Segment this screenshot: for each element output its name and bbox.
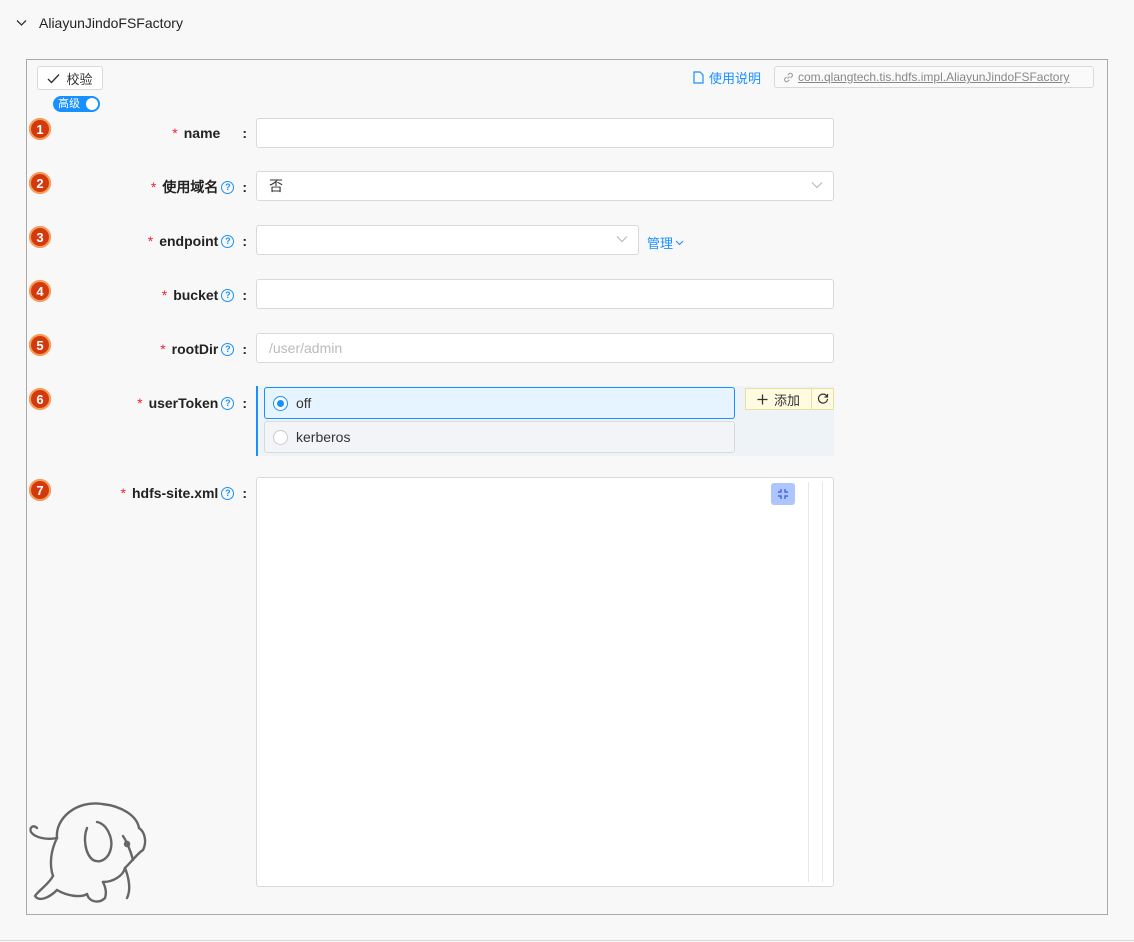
bucket-input[interactable] [256, 279, 834, 309]
endpoint-label: * endpoint?: [147, 233, 247, 249]
radio-selected-icon [273, 395, 288, 411]
refresh-icon [817, 393, 828, 404]
doc-link[interactable]: 使用说明 [693, 67, 761, 87]
help-icon[interactable]: ? [221, 396, 235, 410]
rootdir-input[interactable]: /user/admin [256, 333, 834, 363]
editor-gutter [808, 482, 809, 882]
help-icon[interactable]: ? [221, 342, 235, 356]
name-label: * name: [172, 125, 247, 141]
use-domain-value: 否 [269, 178, 283, 194]
add-usertoken-button[interactable]: 添加 [745, 388, 811, 410]
hadoop-elephant-icon [29, 802, 147, 903]
endpoint-select[interactable] [256, 225, 639, 255]
field-index-badge: 2 [29, 172, 51, 194]
field-index-badge: 3 [29, 226, 51, 248]
field-index-badge: 6 [29, 388, 51, 410]
panel-title: AliayunJindoFSFactory [39, 15, 183, 31]
fullscreen-icon [778, 489, 788, 499]
chevron-down-icon [616, 236, 628, 243]
bucket-label: * bucket?: [161, 287, 247, 303]
divider [0, 940, 1134, 941]
refresh-button[interactable] [811, 388, 834, 410]
field-index-badge: 7 [29, 479, 51, 501]
use-domain-label: * 使用域名?: [150, 179, 247, 195]
chevron-down-icon [811, 182, 823, 189]
link-icon [784, 72, 793, 82]
usertoken-label: * userToken?: [137, 395, 247, 411]
class-name-link[interactable]: com.qlangtech.tis.hdfs.impl.AliayunJindo… [774, 66, 1094, 88]
add-label: 添加 [773, 392, 800, 408]
check-icon [47, 73, 60, 84]
help-icon[interactable]: ? [221, 288, 235, 302]
field-index-badge: 4 [29, 280, 51, 302]
rootdir-label: * rootDir?: [160, 341, 247, 357]
field-index-badge: 5 [29, 334, 51, 356]
chevron-down-icon[interactable] [16, 19, 27, 27]
help-icon[interactable]: ? [221, 486, 235, 500]
document-icon [693, 70, 704, 84]
advanced-toggle[interactable]: 高级 [53, 96, 100, 112]
hdfs-site-label: * hdfs-site.xml?: [120, 485, 247, 501]
toggle-knob [86, 98, 98, 110]
verify-button[interactable]: 校验 [37, 66, 103, 90]
usertoken-option-kerberos[interactable]: kerberos [264, 421, 735, 453]
usertoken-option-off[interactable]: off [264, 387, 735, 419]
radio-icon [273, 429, 288, 445]
option-label: kerberos [296, 429, 351, 445]
help-icon[interactable]: ? [221, 180, 235, 194]
chevron-down-icon [675, 240, 684, 245]
class-name: com.qlangtech.tis.hdfs.impl.AliayunJindo… [798, 70, 1070, 84]
hdfs-site-editor[interactable] [256, 477, 834, 887]
option-label: off [296, 395, 312, 411]
name-input[interactable] [256, 118, 834, 148]
manage-label: 管理 [647, 236, 674, 251]
use-domain-select[interactable]: 否 [256, 171, 834, 201]
panel-header[interactable]: AliayunJindoFSFactory [16, 12, 183, 34]
fullscreen-button[interactable] [771, 483, 795, 505]
endpoint-manage-link[interactable]: 管理 [647, 233, 684, 252]
plugin-form: 校验 高级 使用说明 com.qlangtech.tis.hdfs.impl.A… [26, 59, 1108, 915]
advanced-label: 高级 [58, 98, 80, 110]
verify-label: 校验 [66, 71, 93, 87]
field-index-badge: 1 [29, 118, 51, 140]
help-icon[interactable]: ? [221, 234, 235, 248]
editor-scrollbar[interactable] [822, 482, 823, 882]
plus-icon [757, 394, 768, 404]
doc-label: 使用说明 [709, 70, 762, 86]
